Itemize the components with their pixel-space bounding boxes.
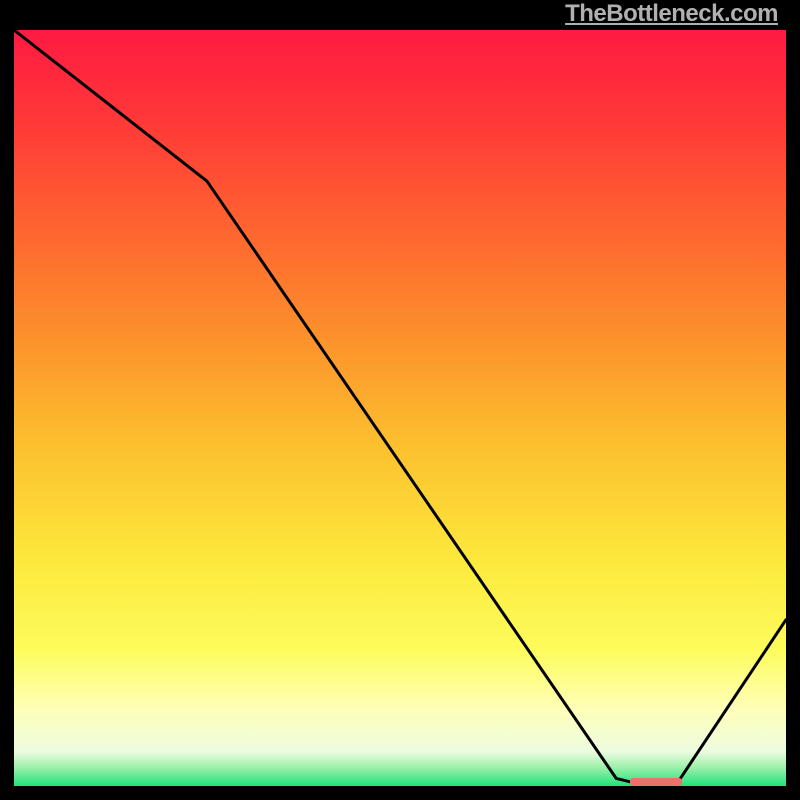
optimal-marker — [630, 778, 682, 786]
gradient-background — [14, 30, 786, 786]
source-watermark[interactable]: TheBottleneck.com — [565, 0, 778, 28]
bottleneck-chart — [14, 30, 786, 786]
